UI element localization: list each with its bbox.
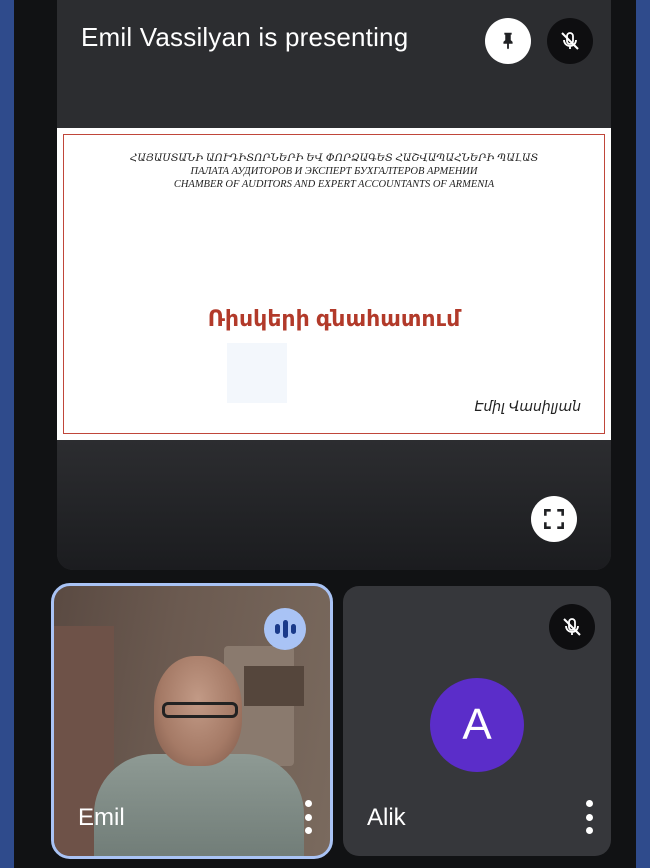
video-shelf [244, 666, 304, 706]
participant-tile-emil[interactable]: Emil [51, 583, 333, 859]
more-options-icon[interactable] [583, 800, 595, 834]
slide-line-english: CHAMBER OF AUDITORS AND EXPERT ACCOUNTAN… [173, 179, 495, 190]
slide-author: Էմիլ Վասիլյան [474, 398, 581, 414]
shared-slide: ՀԱՅԱՍՏԱՆԻ ԱՈՒԴԻՏՈՐՆԵՐԻ ԵՎ ՓՈՐՁԱԳԵՏ ՀԱՇՎԱ… [57, 128, 611, 440]
mic-off-icon [561, 32, 579, 50]
fullscreen-icon [544, 509, 564, 529]
pin-icon [503, 32, 513, 50]
mic-off-button[interactable] [547, 18, 593, 64]
slide-line-armenian: ՀԱՅԱՍՏԱՆԻ ԱՈՒԴԻՏՈՐՆԵՐԻ ԵՎ ՓՈՐՁԱԳԵՏ ՀԱՇՎԱ… [129, 153, 539, 164]
slide-title: Ռիսկերի գնահատում [207, 306, 461, 331]
tile-shade [57, 440, 611, 570]
slide-line-russian: ПАЛАТА АУДИТОРОВ И ЭКСПЕРТ БУХГАЛТЕРОВ А… [190, 166, 478, 177]
presenting-label: Emil Vassilyan is presenting [81, 22, 409, 52]
participant-name-alik: Alik [367, 804, 406, 831]
pin-button[interactable] [485, 18, 531, 64]
participant-tile-alik[interactable]: A Alik [343, 586, 611, 856]
more-options-icon[interactable] [302, 800, 314, 834]
avatar: A [430, 678, 524, 772]
video-person-body [94, 754, 304, 856]
mic-off-indicator [549, 604, 595, 650]
slide-header: ՀԱՅԱՍՏԱՆԻ ԱՈՒԴԻՏՈՐՆԵՐԻ ԵՎ ՓՈՐՁԱԳԵՏ ՀԱՇՎԱ… [57, 152, 611, 191]
video-person-glasses [162, 702, 238, 718]
presentation-tile[interactable]: Emil Vassilyan is presenting ՀԱՅԱՍՏԱՆԻ Ա… [57, 0, 611, 570]
speaking-indicator-icon [264, 608, 306, 650]
slide-watermark [227, 343, 287, 403]
fullscreen-button[interactable] [531, 496, 577, 542]
participant-name-emil: Emil [78, 804, 125, 831]
mic-off-icon [563, 618, 581, 636]
